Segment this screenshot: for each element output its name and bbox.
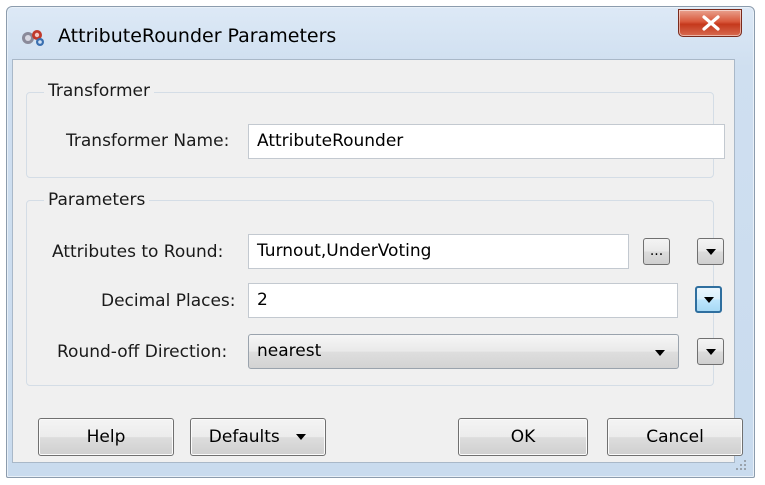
window-title: AttributeRounder Parameters	[58, 25, 337, 47]
ellipsis-label: ...	[649, 243, 664, 259]
roundoff-direction-select[interactable]: nearest	[248, 334, 679, 369]
attributes-to-round-input[interactable]: Turnout,UnderVoting	[248, 234, 629, 269]
attributes-options-button[interactable]	[697, 238, 724, 265]
transformer-name-label: Transformer Name:	[66, 131, 230, 151]
roundoff-direction-value: nearest	[257, 341, 322, 361]
transformer-icon	[20, 28, 46, 48]
cancel-button[interactable]: Cancel	[607, 418, 743, 456]
close-icon	[702, 15, 720, 31]
decimal-places-options-button[interactable]	[695, 286, 722, 313]
roundoff-direction-label: Round-off Direction:	[57, 342, 228, 362]
attributes-to-round-label: Attributes to Round:	[52, 242, 224, 262]
help-button[interactable]: Help	[38, 418, 174, 456]
decimal-places-label: Decimal Places:	[101, 291, 236, 311]
chevron-down-icon	[655, 350, 665, 356]
attributes-browse-button[interactable]: ...	[643, 238, 670, 265]
chevron-down-icon	[296, 434, 307, 440]
defaults-button[interactable]: Defaults	[190, 418, 326, 456]
roundoff-options-button[interactable]	[697, 338, 724, 365]
chevron-down-icon	[706, 349, 716, 355]
close-button[interactable]	[678, 9, 742, 37]
ok-button[interactable]: OK	[458, 418, 588, 456]
chevron-down-icon	[704, 297, 714, 303]
transformer-name-input[interactable]: AttributeRounder	[248, 124, 725, 159]
resize-grip-icon[interactable]	[735, 459, 747, 471]
decimal-places-input[interactable]: 2	[248, 283, 678, 318]
chevron-down-icon	[706, 249, 716, 255]
parameters-group-legend: Parameters	[44, 190, 150, 210]
defaults-label: Defaults	[208, 427, 280, 447]
transformer-group-legend: Transformer	[44, 81, 155, 101]
